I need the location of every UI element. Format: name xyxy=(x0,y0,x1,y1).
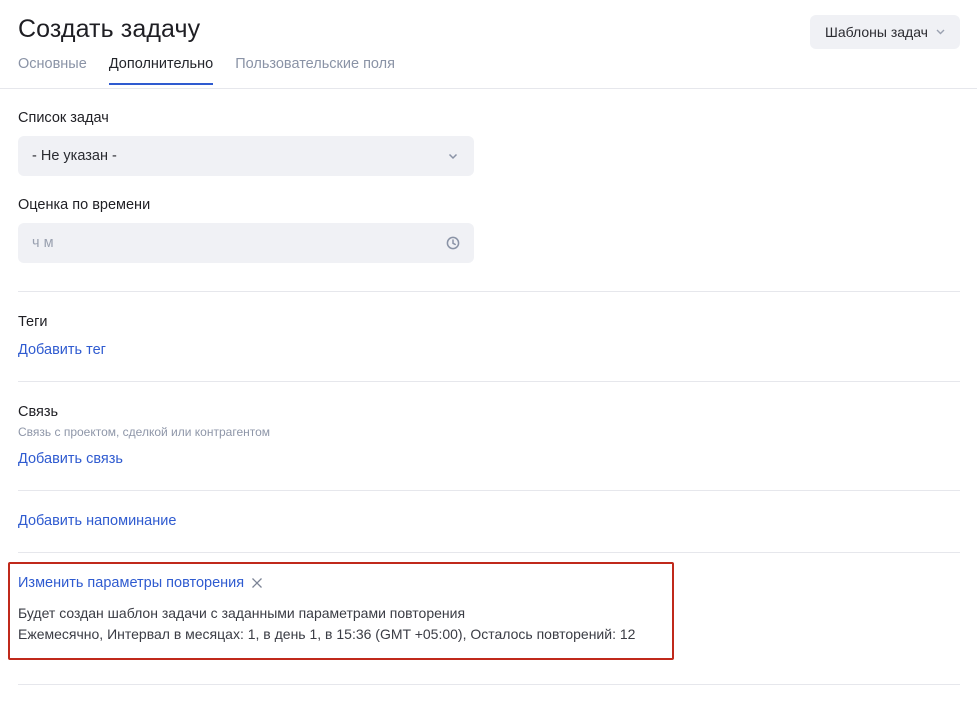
clock-icon xyxy=(446,236,460,250)
repeat-schedule: Ежемесячно, Интервал в месяцах: 1, в ден… xyxy=(18,626,636,642)
tab-additional[interactable]: Дополнительно xyxy=(108,56,214,85)
tabs-divider xyxy=(0,88,977,89)
close-icon[interactable] xyxy=(251,577,263,589)
tab-main[interactable]: Основные xyxy=(18,56,87,85)
chevron-down-icon xyxy=(936,29,945,35)
add-reminder-link[interactable]: Добавить напоминание xyxy=(18,513,176,529)
task-templates-button[interactable]: Шаблоны задач xyxy=(810,15,960,49)
chevron-down-icon xyxy=(448,153,458,160)
time-estimate-placeholder: ч м xyxy=(32,235,54,251)
task-list-selected-value: - Не указан - xyxy=(32,148,117,164)
relation-label: Связь xyxy=(18,404,59,420)
section-divider xyxy=(18,381,960,382)
edit-repeat-link[interactable]: Изменить параметры повторения xyxy=(18,575,244,591)
section-divider xyxy=(18,291,960,292)
time-estimate-label: Оценка по времени xyxy=(18,197,151,213)
create-task-page: Создать задачу Шаблоны задач Основные До… xyxy=(0,0,977,724)
section-divider xyxy=(18,552,960,553)
time-estimate-input[interactable]: ч м xyxy=(18,223,474,263)
add-tag-link[interactable]: Добавить тег xyxy=(18,342,106,358)
tags-label: Теги xyxy=(18,314,48,330)
task-list-label: Список задач xyxy=(18,110,109,126)
repeat-header: Изменить параметры повторения xyxy=(18,575,263,591)
section-divider xyxy=(18,684,960,685)
section-divider xyxy=(18,490,960,491)
task-list-select[interactable]: - Не указан - xyxy=(18,136,474,176)
add-relation-link[interactable]: Добавить связь xyxy=(18,451,123,467)
tab-custom-fields[interactable]: Пользовательские поля xyxy=(235,56,395,85)
repeat-description: Будет создан шаблон задачи с заданными п… xyxy=(18,605,466,621)
task-templates-label: Шаблоны задач xyxy=(825,24,928,40)
page-title: Создать задачу xyxy=(18,15,201,43)
relation-hint: Связь с проектом, сделкой или контрагент… xyxy=(18,425,271,439)
tab-bar: Основные Дополнительно Пользовательские … xyxy=(18,56,395,85)
